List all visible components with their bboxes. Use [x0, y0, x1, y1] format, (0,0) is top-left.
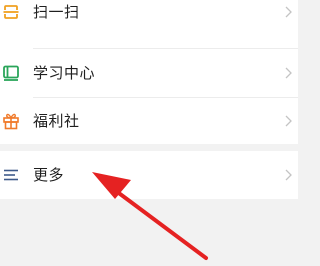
- chevron-right-icon: [285, 169, 292, 181]
- menu-lines-icon: [2, 166, 20, 184]
- menu-item-more[interactable]: 更多: [0, 151, 298, 199]
- gift-icon: [2, 112, 20, 130]
- more-group: 更多: [0, 151, 298, 199]
- menu-item-welfare[interactable]: 福利社: [0, 97, 298, 145]
- menu-item-label: 福利社: [33, 112, 80, 130]
- menu-item-learning-center[interactable]: 学习中心: [0, 49, 298, 97]
- chevron-right-icon: [285, 115, 292, 127]
- menu-item-label: 扫一扫: [33, 3, 80, 21]
- chevron-right-icon: [285, 67, 292, 79]
- chevron-right-icon: [285, 6, 292, 18]
- menu-item-scan[interactable]: 扫一扫: [0, 0, 298, 36]
- menu-group: 扫一扫 学习中心 福利社: [0, 0, 298, 144]
- menu-item-label: 更多: [33, 166, 65, 184]
- scan-icon: [2, 3, 20, 21]
- menu-item-label: 学习中心: [33, 64, 96, 82]
- book-icon: [2, 64, 20, 82]
